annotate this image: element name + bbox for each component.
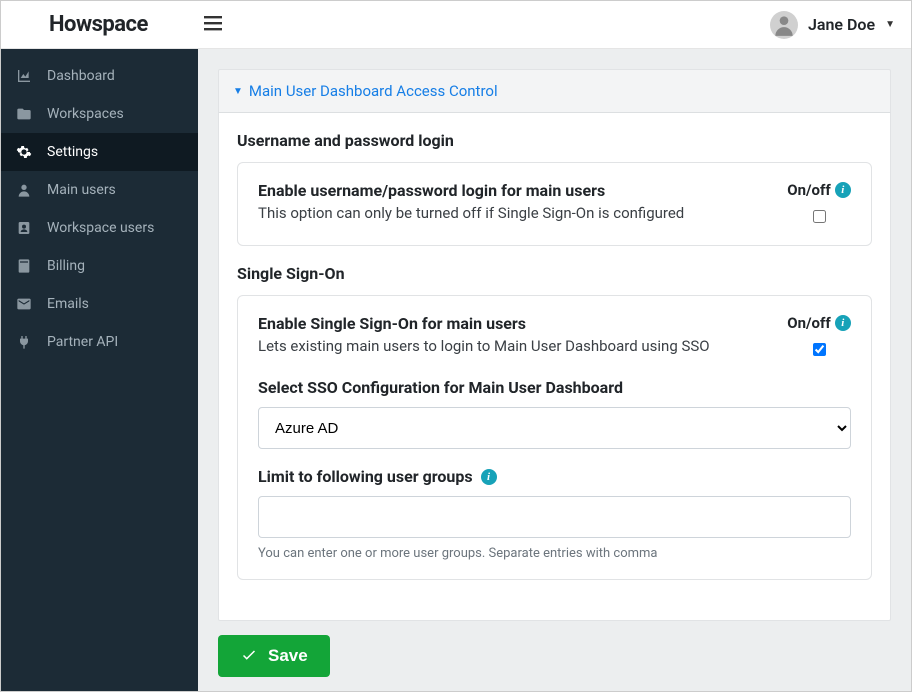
- username-option-desc: This option can only be turned off if Si…: [258, 204, 771, 222]
- user-groups-label: Limit to following user groups: [258, 467, 473, 486]
- save-button-label: Save: [268, 646, 308, 666]
- sidebar: Dashboard Workspaces Settings Main users Wor…: [1, 49, 198, 691]
- save-button[interactable]: Save: [218, 635, 330, 677]
- username-login-toggle[interactable]: [813, 210, 826, 223]
- sidebar-item-partner-api[interactable]: Partner API: [1, 323, 198, 361]
- main-content: ▼ Main User Dashboard Access Control Use…: [198, 49, 911, 691]
- sidebar-item-label: Workspace users: [47, 220, 154, 236]
- sidebar-item-emails[interactable]: Emails: [1, 285, 198, 323]
- sidebar-item-main-users[interactable]: Main users: [1, 171, 198, 209]
- username-option-title: Enable username/password login for main …: [258, 181, 771, 200]
- sso-card: Enable Single Sign-On for main users Let…: [237, 295, 872, 580]
- info-icon[interactable]: i: [481, 469, 497, 485]
- sso-config-label: Select SSO Configuration for Main User D…: [258, 378, 851, 397]
- sidebar-item-workspace-users[interactable]: Workspace users: [1, 209, 198, 247]
- chart-area-icon: [15, 68, 33, 84]
- gear-icon: [15, 144, 33, 160]
- sidebar-item-workspaces[interactable]: Workspaces: [1, 95, 198, 133]
- sidebar-item-label: Settings: [47, 144, 98, 160]
- panel-header[interactable]: ▼ Main User Dashboard Access Control: [218, 69, 891, 113]
- avatar: [770, 11, 798, 39]
- username-section-heading: Username and password login: [237, 131, 872, 150]
- sidebar-item-label: Main users: [47, 182, 116, 198]
- hamburger-menu-icon[interactable]: [204, 15, 222, 35]
- sso-option-desc: Lets existing main users to login to Mai…: [258, 337, 771, 355]
- plug-icon: [15, 334, 33, 350]
- sidebar-item-dashboard[interactable]: Dashboard: [1, 57, 198, 95]
- sso-section-heading: Single Sign-On: [237, 264, 872, 283]
- sso-toggle[interactable]: [813, 343, 826, 356]
- check-icon: [240, 647, 258, 665]
- panel-title: Main User Dashboard Access Control: [249, 82, 498, 100]
- sidebar-item-label: Billing: [47, 258, 85, 274]
- onoff-label: On/off: [787, 181, 831, 199]
- user-name: Jane Doe: [808, 15, 875, 34]
- top-header: Howspace Jane Doe ▼: [1, 1, 911, 49]
- user-groups-input[interactable]: [258, 496, 851, 538]
- caret-down-icon: ▼: [233, 86, 243, 97]
- info-icon[interactable]: i: [835, 315, 851, 331]
- sso-option-title: Enable Single Sign-On for main users: [258, 314, 771, 333]
- sidebar-item-label: Workspaces: [47, 106, 124, 122]
- book-icon: [15, 258, 33, 274]
- logo: Howspace: [49, 12, 148, 37]
- sidebar-item-label: Dashboard: [47, 68, 115, 84]
- sidebar-item-label: Emails: [47, 296, 89, 312]
- onoff-label: On/off: [787, 314, 831, 332]
- sidebar-item-label: Partner API: [47, 334, 118, 350]
- username-login-card: Enable username/password login for main …: [237, 162, 872, 246]
- envelope-icon: [15, 296, 33, 312]
- caret-down-icon: ▼: [885, 19, 895, 30]
- sidebar-item-billing[interactable]: Billing: [1, 247, 198, 285]
- sso-config-select[interactable]: Azure AD: [258, 407, 851, 449]
- user-menu[interactable]: Jane Doe ▼: [770, 11, 895, 39]
- folder-open-icon: [15, 106, 33, 122]
- user-badge-icon: [15, 220, 33, 236]
- panel-body: Username and password login Enable usern…: [218, 113, 891, 621]
- sidebar-item-settings[interactable]: Settings: [1, 133, 198, 171]
- user-icon: [15, 182, 33, 198]
- info-icon[interactable]: i: [835, 182, 851, 198]
- user-groups-helper: You can enter one or more user groups. S…: [258, 546, 851, 561]
